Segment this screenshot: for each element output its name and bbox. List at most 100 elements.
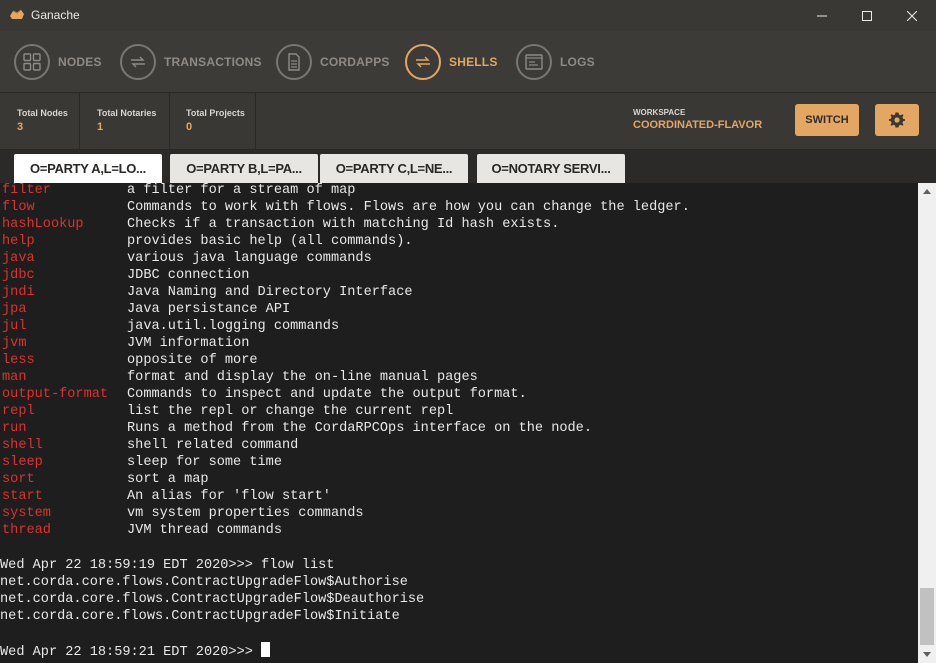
nav-item-nodes[interactable]: NODES (14, 44, 102, 80)
nav-item-cordapps[interactable]: CORDAPPS (276, 44, 390, 80)
nav-item-logs[interactable]: LOGS (516, 44, 595, 80)
stat-total-nodes: Total Nodes 3 (0, 93, 80, 150)
command-row: start An alias for 'flow start' (0, 489, 918, 506)
command-description: a filter for a stream of map (127, 183, 356, 198)
tab-party-a[interactable]: O=PARTY A,L=LO... (14, 154, 162, 183)
command-row: sleep sleep for some time (0, 455, 918, 472)
scroll-down-button[interactable] (918, 646, 936, 663)
stat-label: Total Nodes (17, 108, 68, 118)
command-description: JDBC connection (127, 268, 250, 283)
minimize-button[interactable] (799, 0, 845, 31)
gear-icon (889, 112, 905, 128)
command-row: help provides basic help (all commands). (0, 234, 918, 251)
command-name: thread (2, 523, 51, 538)
nav-label: TRANSACTIONS (164, 55, 262, 69)
stat-value: 0 (186, 121, 193, 133)
command-name: start (2, 489, 43, 504)
command-description: vm system properties commands (127, 506, 364, 521)
close-icon (907, 10, 917, 21)
document-icon (288, 53, 300, 71)
current-prompt-line[interactable]: Wed Apr 22 18:59:21 EDT 2020>>> (0, 642, 918, 660)
switch-button[interactable]: SWITCH (795, 104, 859, 136)
output-line: net.corda.core.flows.ContractUpgradeFlow… (0, 609, 400, 624)
scroll-down-arrow-icon (923, 652, 931, 657)
command-description: java.util.logging commands (127, 319, 340, 334)
command-row: hashLookup Checks if a transaction with m… (0, 217, 918, 234)
command-description: Checks if a transaction with matching Id… (127, 217, 560, 232)
command-row: sort sort a map (0, 472, 918, 489)
command-row: flow Commands to work with flows. Flows a… (0, 200, 918, 217)
command-row: jndi Java Naming and Directory Interface (0, 285, 918, 302)
command-name: sleep (2, 455, 43, 470)
terminal-scrollbar[interactable] (918, 183, 936, 663)
command-description: JVM thread commands (127, 523, 282, 538)
command-description: Commands to work with flows. Flows are h… (127, 200, 690, 215)
output-line: net.corda.core.flows.ContractUpgradeFlow… (0, 592, 425, 607)
shell-terminal[interactable]: filter a filter for a stream of map flow C… (0, 183, 918, 663)
command-name: help (2, 234, 35, 249)
nav-icon-circle (14, 44, 50, 80)
command-description: An alias for 'flow start' (127, 489, 331, 504)
command-row: run Runs a method from the CordaRPCOps in… (0, 421, 918, 438)
command-name: man (2, 370, 27, 385)
nav-icon-circle (276, 44, 312, 80)
minimize-icon (817, 15, 827, 16)
shell-tabs: O=PARTY A,L=LO... O=PARTY B,L=PA... O=PA… (0, 150, 936, 183)
text-cursor (261, 642, 271, 657)
command-name: hashLookup (2, 217, 84, 232)
command-row: filter a filter for a stream of map (0, 183, 918, 200)
prompt-line: Wed Apr 22 18:59:19 EDT 2020>>> flow lis… (0, 558, 335, 573)
grid-icon (23, 53, 41, 71)
window-title: Ganache (31, 8, 80, 22)
nav-label: CORDAPPS (320, 55, 390, 69)
workspace-info: WORKSPACE COORDINATED-FLAVOR (633, 108, 762, 131)
tab-notary-service[interactable]: O=NOTARY SERVI... (477, 154, 625, 183)
command-name: jpa (2, 302, 27, 317)
swap-icon (416, 56, 430, 68)
tab-party-b[interactable]: O=PARTY B,L=PA... (170, 154, 318, 183)
command-name: repl (2, 404, 35, 419)
workspace-label: WORKSPACE (633, 108, 686, 117)
command-name: sort (2, 472, 35, 487)
workspace-name: COORDINATED-FLAVOR (633, 119, 763, 131)
command-row: jvm JVM information (0, 336, 918, 353)
command-name: output-format (2, 387, 109, 402)
command-row: shell shell related command (0, 438, 918, 455)
stats-bar: Total Nodes 3 Total Notaries 1 Total Pro… (0, 93, 936, 150)
close-button[interactable] (889, 0, 935, 31)
command-row: repl list the repl or change the current … (0, 404, 918, 421)
nav-icon-circle (516, 44, 552, 80)
command-description: Java persistance API (127, 302, 291, 317)
output-line: net.corda.core.flows.ContractUpgradeFlow… (0, 575, 408, 590)
command-name: jul (2, 319, 27, 334)
stat-label: Total Notaries (97, 108, 157, 118)
command-name: less (2, 353, 35, 368)
command-description: shell related command (127, 438, 299, 453)
nav-item-transactions[interactable]: TRANSACTIONS (120, 44, 262, 80)
scroll-up-button[interactable] (918, 183, 936, 200)
nav-label: LOGS (560, 55, 595, 69)
command-description: sort a map (127, 472, 209, 487)
command-description: various java language commands (127, 251, 372, 266)
command-name: flow (2, 200, 35, 215)
stat-value: 1 (97, 121, 104, 133)
settings-button[interactable] (875, 104, 919, 136)
maximize-button[interactable] (844, 0, 890, 31)
command-description: Commands to inspect and update the outpu… (127, 387, 527, 402)
terminal-icon (525, 54, 543, 70)
command-name: run (2, 421, 27, 436)
command-name: java (2, 251, 35, 266)
tab-party-c[interactable]: O=PARTY C,L=NE... (320, 154, 468, 183)
nav-item-shells[interactable]: SHELLS (405, 44, 498, 80)
nav-label: NODES (58, 55, 102, 69)
command-description: Runs a method from the CordaRPCOps inter… (127, 421, 592, 436)
stat-total-projects: Total Projects 0 (170, 93, 256, 150)
scroll-thumb[interactable] (920, 588, 934, 645)
command-row: output-format Commands to inspect and upd… (0, 387, 918, 404)
main-nav: NODES TRANSACTIONS CORDAPPS SHELLS LOGS (0, 31, 936, 93)
command-description: opposite of more (127, 353, 258, 368)
command-name: jdbc (2, 268, 35, 283)
command-row: man format and display the on-line manual… (0, 370, 918, 387)
stat-label: Total Projects (186, 108, 245, 118)
